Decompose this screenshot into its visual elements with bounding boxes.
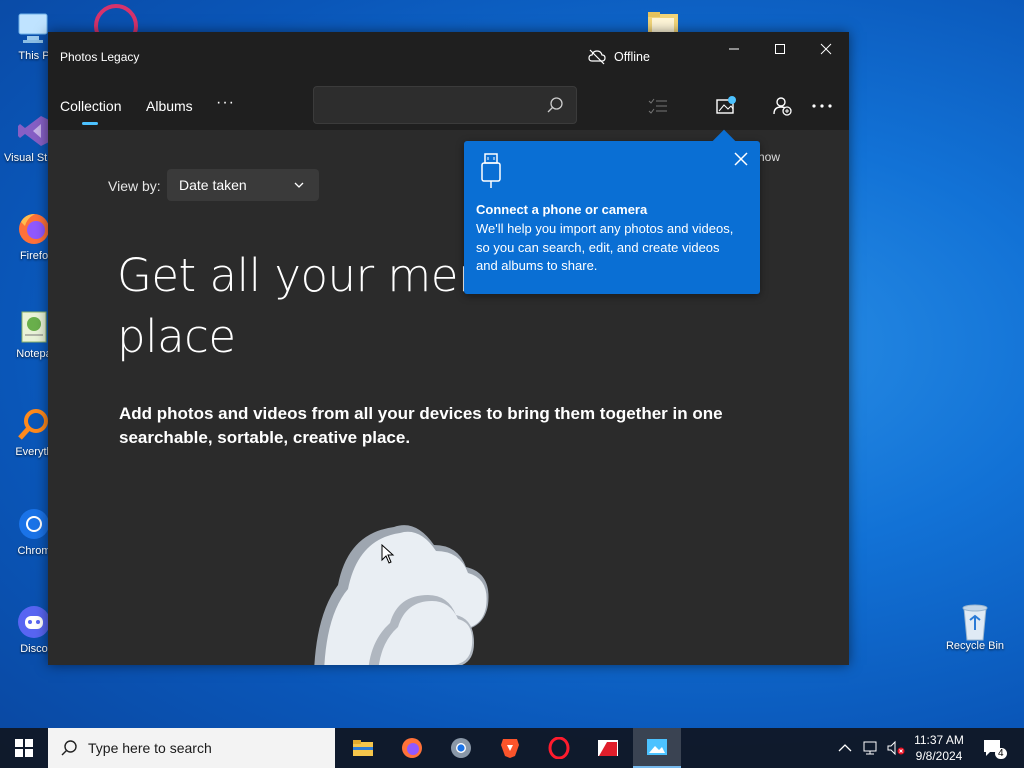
callout-body: We'll help you import any photos and vid… (476, 221, 734, 273)
taskbar: Type here to search 11:37 AM 9/8/2024 4 (0, 728, 1024, 768)
slideshow-label-partial[interactable]: how (758, 150, 780, 164)
file-explorer-icon (353, 740, 373, 756)
desktop-icon-folder-partial[interactable] (646, 10, 680, 32)
import-photos-icon (716, 96, 736, 114)
callout-close-icon[interactable] (734, 152, 748, 166)
title-bar: Photos Legacy Offline (48, 32, 849, 82)
taskbar-opera[interactable] (535, 728, 583, 768)
search-box[interactable] (313, 86, 577, 124)
system-tray (838, 728, 906, 768)
desktop-icon-label: Recycle Bin (945, 640, 1005, 652)
cloud-offline-icon (588, 49, 606, 65)
tab-collection[interactable]: Collection (60, 98, 121, 125)
more-options-button[interactable] (810, 94, 834, 118)
taskbar-clock[interactable]: 11:37 AM 9/8/2024 (904, 732, 974, 764)
navigation-bar: Collection Albums ··· (48, 82, 849, 130)
search-icon[interactable] (546, 96, 564, 114)
desktop-icon-recycle-bin[interactable]: Recycle Bin (940, 600, 1010, 652)
taskbar-chrome[interactable] (437, 728, 485, 768)
usb-icon (481, 153, 501, 188)
select-button[interactable] (646, 94, 670, 118)
maximize-icon (775, 44, 785, 54)
photos-icon (647, 739, 667, 755)
recycle-bin-icon (956, 600, 994, 641)
volume-muted-icon[interactable] (886, 740, 906, 756)
sign-in-button[interactable] (770, 94, 794, 118)
tab-albums[interactable]: Albums (146, 98, 193, 114)
offline-label: Offline (614, 50, 650, 64)
opera-icon (548, 737, 570, 759)
cloud-illustration (314, 525, 489, 665)
app-title: Photos Legacy (60, 50, 140, 64)
firefox-icon (402, 738, 422, 758)
taskbar-search-placeholder: Type here to search (88, 740, 212, 756)
view-by-value: Date taken (179, 177, 247, 193)
taskbar-firefox[interactable] (388, 728, 436, 768)
notification-center-button[interactable]: 4 (980, 728, 1010, 768)
folder-icon (648, 12, 678, 32)
connect-device-callout: Connect a phone or camera We'll help you… (464, 141, 760, 294)
mouse-cursor-icon (381, 544, 395, 564)
hero-subtext: Add photos and videos from all your devi… (119, 404, 723, 447)
red-app-icon (598, 740, 618, 756)
brave-icon (501, 739, 519, 758)
import-button[interactable] (714, 94, 738, 118)
windows-logo-icon (15, 739, 33, 757)
desktop-icon-partial[interactable] (92, 4, 140, 48)
photos-window: Photos Legacy Offline Collection Albums … (48, 32, 849, 665)
clock-date: 9/8/2024 (915, 749, 963, 763)
chevron-up-icon[interactable] (838, 743, 852, 753)
more-tabs-button[interactable]: ··· (216, 94, 235, 112)
offline-status[interactable]: Offline (588, 49, 650, 65)
search-icon (61, 740, 77, 756)
close-button[interactable] (803, 32, 849, 66)
chrome-icon (451, 738, 471, 758)
taskbar-app-red[interactable] (584, 728, 632, 768)
network-icon[interactable] (862, 740, 880, 756)
hero-line-2: place (117, 310, 236, 363)
taskbar-search-box[interactable]: Type here to search (48, 728, 335, 768)
maximize-button[interactable] (757, 32, 803, 66)
checklist-icon (648, 98, 667, 114)
minimize-icon (729, 48, 739, 50)
search-input[interactable] (322, 93, 536, 117)
callout-title: Connect a phone or camera (476, 202, 648, 217)
close-icon (820, 43, 832, 55)
start-button[interactable] (0, 728, 48, 768)
taskbar-brave[interactable] (486, 728, 534, 768)
add-person-icon (773, 97, 792, 116)
chevron-down-icon (294, 182, 304, 188)
clock-time: 11:37 AM (914, 733, 964, 747)
more-icon (812, 104, 832, 108)
notification-count-badge: 4 (995, 748, 1007, 759)
taskbar-file-explorer[interactable] (339, 728, 387, 768)
taskbar-photos[interactable] (633, 728, 681, 768)
view-by-label: View by: (108, 178, 161, 194)
minimize-button[interactable] (711, 32, 757, 66)
view-by-dropdown[interactable]: Date taken (167, 169, 319, 201)
circle-app-icon (94, 4, 138, 48)
